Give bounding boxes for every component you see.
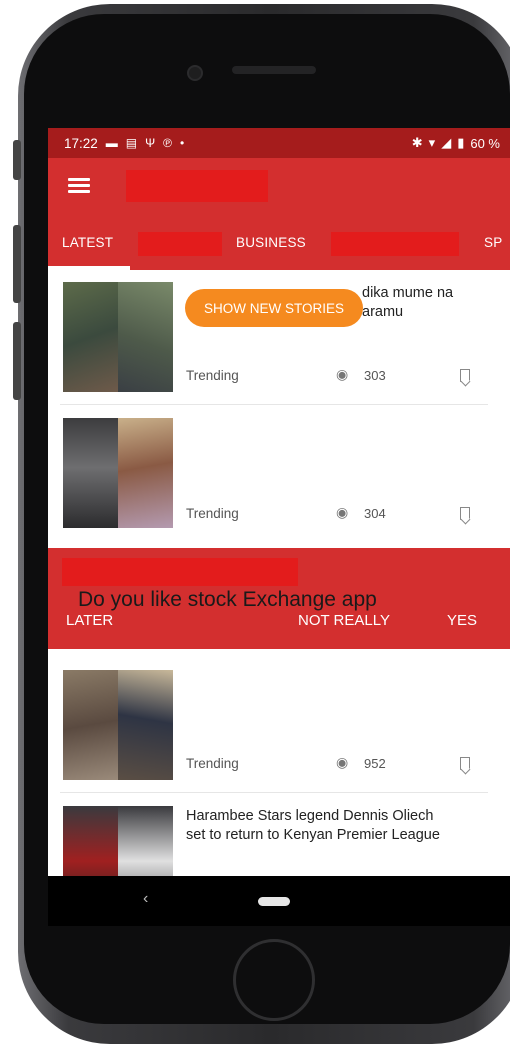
battery-icon: ▮	[457, 135, 465, 150]
views-icon: ◉	[336, 366, 349, 382]
news-icon: ▤	[125, 136, 138, 150]
list-item[interactable]: Trending ◉ 304	[48, 408, 510, 538]
navigation-bar: ‹	[48, 876, 510, 926]
dot-icon: •	[180, 136, 185, 150]
article-thumbnail	[63, 670, 173, 780]
article-category: Trending	[186, 506, 239, 521]
article-category: Trending	[186, 756, 239, 771]
article-views: 952	[364, 756, 386, 771]
article-category: Trending	[186, 368, 239, 383]
bookmark-icon[interactable]	[460, 369, 470, 382]
prompt-question: Do you like stock Exchange app	[78, 588, 377, 611]
earpiece-speaker	[232, 66, 316, 74]
views-icon: ◉	[336, 504, 349, 520]
prompt-title-redacted	[62, 558, 298, 586]
views-icon: ◉	[336, 754, 349, 770]
signal-icon: ◢	[441, 135, 452, 150]
pinterest-icon: ℗	[163, 136, 173, 150]
not-really-button[interactable]: NOT REALLY	[298, 612, 390, 629]
status-right: ✱ ▾ ◢ ▮ 60 %	[412, 135, 500, 151]
article-thumbnail	[63, 418, 173, 528]
front-camera	[187, 65, 203, 81]
notification-icon: ▬	[105, 136, 118, 150]
wifi-icon: ▾	[428, 135, 436, 150]
battery-percent: 60 %	[470, 135, 500, 151]
mute-switch	[13, 140, 21, 180]
divider	[60, 404, 488, 405]
bluetooth-icon: ✱	[411, 135, 423, 150]
later-button[interactable]: LATER	[66, 612, 113, 629]
app-screen: 17:22 ▬ ▤ Ψ ℗ • ✱ ▾ ◢ ▮ 60 % LATEST BUSI…	[48, 128, 510, 920]
back-icon[interactable]: ‹	[143, 890, 148, 908]
list-item[interactable]: Trending ◉ 952	[48, 658, 510, 788]
bookmark-icon[interactable]	[460, 507, 470, 520]
home-button[interactable]	[233, 939, 315, 1021]
usb-icon: Ψ	[145, 136, 156, 150]
app-title-redacted	[126, 170, 268, 202]
tab-redacted-1[interactable]	[138, 232, 222, 256]
tab-latest[interactable]: LATEST	[62, 235, 113, 250]
article-thumbnail	[63, 282, 173, 392]
rating-prompt: Do you like stock Exchange app LATER NOT…	[48, 548, 510, 649]
category-tabs: LATEST BUSINESS SP	[48, 213, 510, 270]
yes-button[interactable]: YES	[447, 612, 477, 629]
article-views: 303	[364, 368, 386, 383]
status-bar: 17:22 ▬ ▤ Ψ ℗ • ✱ ▾ ◢ ▮ 60 %	[48, 128, 510, 158]
divider	[60, 792, 488, 793]
tab-business[interactable]: BUSINESS	[236, 235, 306, 250]
tab-sports[interactable]: SP	[484, 235, 502, 250]
home-pill-icon[interactable]	[258, 897, 290, 906]
volume-down-button	[13, 322, 21, 400]
status-time: 17:22	[64, 135, 98, 151]
article-views: 304	[364, 506, 386, 521]
menu-icon[interactable]	[68, 178, 90, 194]
article-headline: Harambee Stars legend Dennis Oliech set …	[186, 808, 440, 843]
show-new-stories-button[interactable]: SHOW NEW STORIES	[185, 289, 363, 327]
bookmark-icon[interactable]	[460, 757, 470, 770]
tab-redacted-2[interactable]	[331, 232, 459, 256]
app-toolbar	[48, 158, 510, 213]
volume-up-button	[13, 225, 21, 303]
